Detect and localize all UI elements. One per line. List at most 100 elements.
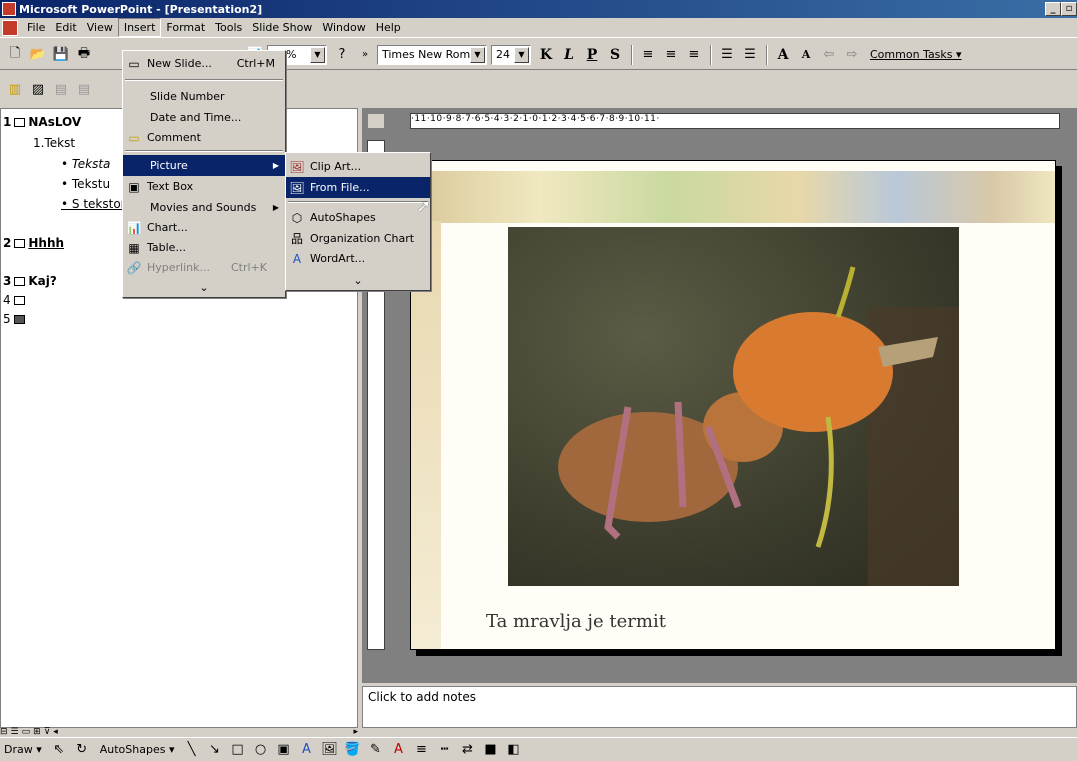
outline-slide-2[interactable]: 2 Hhhh — [3, 236, 64, 250]
align-center-icon[interactable]: ≡ — [660, 44, 682, 66]
menu-expand[interactable]: ⌄ — [123, 277, 285, 298]
outline-slide-3[interactable]: 3 Kaj? — [3, 274, 57, 288]
outline-bullet[interactable]: • Tekstu — [61, 177, 110, 191]
picture-icon[interactable]: ▨ — [27, 78, 49, 100]
numbering-icon[interactable]: ☰ — [716, 44, 738, 66]
dash-style-icon[interactable]: ┅ — [433, 739, 455, 761]
minimize-button[interactable]: _ — [1045, 2, 1061, 16]
menu-view[interactable]: View — [82, 19, 118, 36]
promote-icon[interactable]: ⇦ — [818, 44, 840, 66]
collapse-icon[interactable]: ▤ — [50, 78, 72, 100]
arrow-icon[interactable]: ↘ — [203, 739, 225, 761]
wordart-icon[interactable]: A — [295, 739, 317, 761]
menu-new-slide[interactable]: ▭ New Slide... Ctrl+M — [123, 53, 285, 74]
outline-slide-4[interactable]: 4 — [3, 293, 28, 307]
document-icon[interactable] — [2, 19, 18, 36]
arrow-style-icon[interactable]: ⇄ — [456, 739, 478, 761]
outline-view-icon[interactable]: ☰ — [11, 727, 19, 737]
menu-picture[interactable]: Picture ▶ — [123, 155, 285, 176]
common-tasks-button[interactable]: Common Tasks ▾ — [870, 48, 962, 61]
menu-clip-art[interactable]: 🖼 Clip Art... — [286, 156, 430, 177]
increase-font-icon[interactable]: A — [772, 44, 794, 66]
save-icon[interactable]: 💾 — [50, 44, 72, 66]
menu-help[interactable]: Help — [371, 19, 406, 36]
fill-color-icon[interactable]: 🪣 — [341, 739, 363, 761]
menu-date-time[interactable]: Date and Time... — [123, 107, 285, 128]
menu-table[interactable]: ▦ Table... — [123, 237, 285, 258]
restore-button[interactable]: ▫ — [1061, 2, 1077, 16]
slide-icon — [13, 296, 25, 305]
outline-bullet[interactable]: • Teksta — [61, 157, 110, 171]
menu-comment[interactable]: ▭ Comment — [123, 127, 285, 148]
demote-icon[interactable]: ⇨ — [841, 44, 863, 66]
outline-text[interactable]: 1.Tekst — [33, 136, 75, 150]
menu-format[interactable]: Format — [161, 19, 210, 36]
menu-insert[interactable]: Insert — [117, 18, 162, 37]
align-left-icon[interactable]: ≡ — [637, 44, 659, 66]
menu-window[interactable]: Window — [317, 19, 370, 36]
outline-slide-1[interactable]: 1 NAsLOV — [3, 115, 81, 129]
expand-icon[interactable]: ▤ — [73, 78, 95, 100]
3d-icon[interactable]: ◧ — [502, 739, 524, 761]
menu-movies-sounds[interactable]: Movies and Sounds ▶ — [123, 197, 285, 218]
rectangle-icon[interactable]: □ — [226, 739, 248, 761]
chevron-down-icon[interactable]: ▼ — [514, 46, 529, 63]
shadow-button[interactable]: S — [604, 44, 626, 66]
notes-pane[interactable]: Click to add notes — [362, 686, 1077, 728]
from-file-icon: 🖼 — [289, 180, 305, 195]
summary-slide-icon[interactable]: ▥ — [4, 78, 26, 100]
menu-slide-show[interactable]: Slide Show — [247, 19, 317, 36]
new-icon[interactable]: 🗋 — [4, 44, 26, 66]
normal-view-icon[interactable]: ⊟ — [0, 727, 8, 737]
underline-button[interactable]: P — [581, 44, 603, 66]
menu-edit[interactable]: Edit — [50, 19, 81, 36]
menu-slide-number[interactable]: Slide Number — [123, 86, 285, 107]
font-size-combo[interactable]: 24 ▼ — [491, 44, 531, 65]
select-objects-icon[interactable]: ⇖ — [48, 739, 70, 761]
scroll-left-icon[interactable]: ◂ — [53, 727, 58, 737]
horizontal-ruler[interactable]: ·11·10·9·8·7·6·5·4·3·2·1·0·1·2·3·4·5·6·7… — [410, 113, 1060, 129]
align-right-icon[interactable]: ≡ — [683, 44, 705, 66]
slide-caption[interactable]: Ta mravlja je termit — [486, 611, 666, 632]
window-title: Microsoft PowerPoint - [Presentation2] — [19, 2, 263, 16]
line-color-icon[interactable]: ✎ — [364, 739, 386, 761]
open-icon[interactable]: 📂 — [27, 44, 49, 66]
help-icon[interactable]: ? — [331, 44, 353, 66]
menu-from-file[interactable]: 🖼 From File... — [286, 177, 430, 198]
slide-icon — [14, 118, 26, 127]
clipart-icon[interactable]: 🖼 — [318, 739, 340, 761]
outline-slide-5[interactable]: 5 — [3, 312, 28, 326]
slide-canvas[interactable]: Ta mravlja je termit — [410, 160, 1056, 650]
print-icon[interactable]: 🖶 — [73, 44, 95, 66]
line-style-icon[interactable]: ≡ — [410, 739, 432, 761]
slide-sorter-icon[interactable]: ⊞ — [33, 727, 41, 737]
menu-tools[interactable]: Tools — [210, 19, 247, 36]
menu-text-box[interactable]: ▣ Text Box — [123, 176, 285, 197]
menu-expand[interactable]: ⌄ — [286, 270, 430, 291]
italic-button[interactable]: L — [558, 44, 580, 66]
termite-photo[interactable] — [508, 227, 959, 586]
scroll-right-icon[interactable]: ▸ — [353, 727, 358, 737]
more-buttons-icon[interactable]: » — [354, 44, 376, 66]
decrease-font-icon[interactable]: A — [795, 44, 817, 66]
bold-button[interactable]: K — [535, 44, 557, 66]
menu-chart[interactable]: 📊 Chart... — [123, 217, 285, 238]
bullets-icon[interactable]: ☰ — [739, 44, 761, 66]
rotate-icon[interactable]: ↻ — [71, 739, 93, 761]
line-icon[interactable]: ╲ — [180, 739, 202, 761]
oval-icon[interactable]: ○ — [249, 739, 271, 761]
menu-file[interactable]: File — [22, 19, 50, 36]
autoshapes-menu-button[interactable]: AutoShapes ▾ — [100, 743, 175, 756]
slide-show-icon[interactable]: ⊽ — [44, 727, 51, 737]
textbox-icon[interactable]: ▣ — [272, 739, 294, 761]
menu-wordart[interactable]: A WordArt... — [286, 248, 430, 269]
chevron-down-icon[interactable]: ▼ — [470, 46, 485, 63]
draw-menu-button[interactable]: Draw ▾ — [4, 743, 42, 756]
menu-autoshapes[interactable]: ⬡ AutoShapes — [286, 207, 430, 228]
font-name-combo[interactable]: Times New Roman ▼ — [377, 44, 487, 65]
font-color-icon[interactable]: A — [387, 739, 409, 761]
slide-view-icon[interactable]: ▭ — [22, 727, 31, 737]
shadow-icon[interactable]: ■ — [479, 739, 501, 761]
menu-organization-chart[interactable]: 品 Organization Chart — [286, 228, 430, 249]
chevron-down-icon[interactable]: ▼ — [310, 46, 325, 63]
